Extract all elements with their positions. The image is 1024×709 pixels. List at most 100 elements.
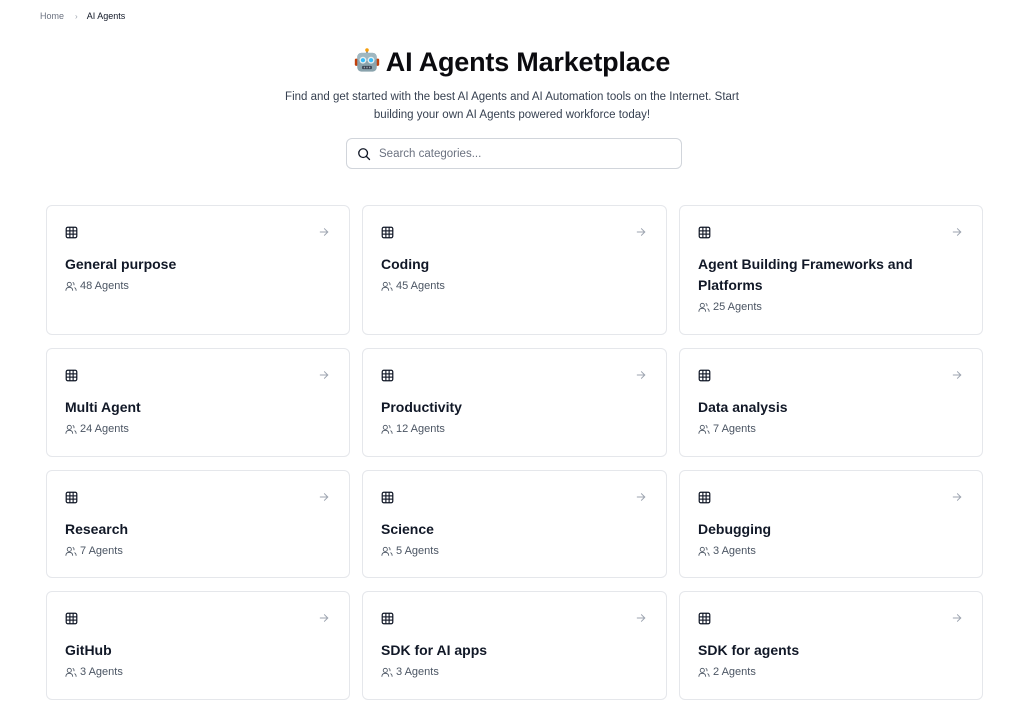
agent-count-text: 3 Agents	[80, 666, 123, 678]
agent-count-text: 45 Agents	[396, 280, 445, 292]
arrow-right-icon[interactable]	[952, 492, 962, 502]
arrow-right-icon[interactable]	[952, 613, 962, 623]
category-card[interactable]: Productivity 12 Agents	[362, 348, 667, 457]
card-title: Agent Building Frameworks and Platforms	[698, 256, 913, 293]
users-icon	[698, 667, 710, 677]
search-icon	[358, 147, 371, 160]
agent-count-text: 3 Agents	[396, 666, 439, 678]
card-title: Multi Agent	[65, 399, 141, 415]
card-header	[65, 489, 331, 505]
category-card[interactable]: Data analysis 7 Agents	[679, 348, 983, 457]
card-header	[698, 367, 964, 383]
users-icon	[381, 546, 393, 556]
card-header	[381, 610, 648, 626]
category-card[interactable]: GitHub 3 Agents	[46, 591, 350, 700]
page-subtitle: Find and get started with the best AI Ag…	[285, 91, 739, 121]
grid-icon	[381, 369, 394, 381]
category-card[interactable]: SDK for AI apps 3 Agents	[362, 591, 667, 700]
agent-count-text: 48 Agents	[80, 280, 129, 292]
card-header	[381, 489, 648, 505]
card-title: GitHub	[65, 642, 112, 658]
category-card[interactable]: Multi Agent 24 Agents	[46, 348, 350, 457]
category-card[interactable]: SDK for agents 2 Agents	[679, 591, 983, 700]
users-icon	[698, 546, 710, 556]
breadcrumb: Home › AI Agents	[40, 11, 125, 21]
grid-icon	[381, 226, 394, 238]
card-title: Debugging	[698, 521, 772, 537]
card-header	[65, 367, 331, 383]
card-title: Productivity	[381, 399, 462, 415]
card-agent-count: 24 Agents	[65, 423, 331, 435]
category-card[interactable]: Debugging 3 Agents	[679, 470, 983, 578]
card-agent-count: 25 Agents	[698, 301, 964, 313]
agent-count-text: 25 Agents	[713, 301, 762, 313]
robot-icon	[354, 48, 379, 72]
agent-count-text: 7 Agents	[713, 423, 756, 435]
users-icon	[381, 281, 393, 291]
agent-count-text: 7 Agents	[80, 545, 123, 557]
page-title: AI Agents Marketplace	[354, 44, 670, 80]
category-card[interactable]: Agent Building Frameworks and Platforms …	[679, 205, 983, 335]
arrow-right-icon[interactable]	[319, 370, 329, 380]
card-agent-count: 12 Agents	[381, 423, 648, 435]
category-card[interactable]: Research 7 Agents	[46, 470, 350, 578]
category-card[interactable]: General purpose 48 Agents	[46, 205, 350, 335]
card-agent-count: 2 Agents	[698, 666, 964, 678]
card-header	[698, 224, 964, 240]
card-agent-count: 7 Agents	[65, 545, 331, 557]
users-icon	[65, 281, 77, 291]
grid-icon	[65, 226, 78, 238]
grid-icon	[381, 491, 394, 503]
card-title: Science	[381, 521, 434, 537]
page-title-text: AI Agents Marketplace	[385, 47, 671, 77]
agent-count-text: 24 Agents	[80, 423, 129, 435]
users-icon	[698, 424, 710, 434]
arrow-right-icon[interactable]	[636, 370, 646, 380]
grid-icon	[65, 612, 78, 624]
agent-count-text: 12 Agents	[396, 423, 445, 435]
arrow-right-icon[interactable]	[319, 227, 329, 237]
arrow-right-icon[interactable]	[636, 492, 646, 502]
users-icon	[381, 424, 393, 434]
category-card[interactable]: Science 5 Agents	[362, 470, 667, 578]
card-header	[698, 489, 964, 505]
card-header	[65, 610, 331, 626]
users-icon	[65, 424, 77, 434]
card-agent-count: 48 Agents	[65, 280, 331, 292]
card-agent-count: 3 Agents	[698, 545, 964, 557]
grid-icon	[381, 612, 394, 624]
card-agent-count: 45 Agents	[381, 280, 648, 292]
card-header	[381, 367, 648, 383]
agent-count-text: 3 Agents	[713, 545, 756, 557]
breadcrumb-current: AI Agents	[86, 11, 126, 21]
breadcrumb-home-link[interactable]: Home	[40, 11, 64, 21]
grid-icon	[698, 369, 711, 381]
card-header	[381, 224, 648, 240]
card-agent-count: 5 Agents	[381, 545, 648, 557]
card-title: SDK for AI apps	[381, 642, 488, 658]
agent-count-text: 5 Agents	[396, 545, 439, 557]
search-input[interactable]	[379, 147, 669, 160]
grid-icon	[698, 491, 711, 503]
card-header	[698, 610, 964, 626]
agent-count-text: 2 Agents	[713, 666, 756, 678]
arrow-right-icon[interactable]	[319, 492, 329, 502]
card-agent-count: 3 Agents	[381, 666, 648, 678]
search-box[interactable]	[346, 138, 682, 169]
category-grid: General purpose 48 Agents Coding 45 Agen…	[46, 205, 983, 700]
users-icon	[65, 546, 77, 556]
card-header	[65, 224, 331, 240]
grid-icon	[698, 612, 711, 624]
arrow-right-icon[interactable]	[319, 613, 329, 623]
users-icon	[698, 302, 710, 312]
breadcrumb-separator: ›	[75, 11, 78, 21]
arrow-right-icon[interactable]	[636, 227, 646, 237]
arrow-right-icon[interactable]	[636, 613, 646, 623]
users-icon	[381, 667, 393, 677]
arrow-right-icon[interactable]	[952, 370, 962, 380]
card-title: SDK for agents	[698, 642, 800, 658]
arrow-right-icon[interactable]	[952, 227, 962, 237]
card-title: Coding	[381, 256, 430, 272]
card-agent-count: 3 Agents	[65, 666, 331, 678]
category-card[interactable]: Coding 45 Agents	[362, 205, 667, 335]
